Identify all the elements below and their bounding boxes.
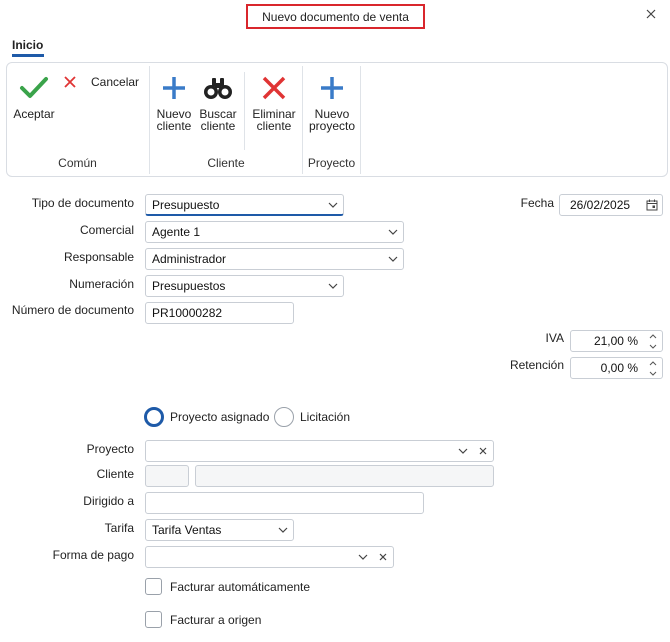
binoculars-icon — [204, 78, 232, 99]
retencion-number-input[interactable]: 0,00 % — [570, 357, 663, 379]
comercial-value: Agente 1 — [152, 225, 201, 239]
tipo-documento-label: Tipo de documento — [31, 196, 134, 210]
ribbon-group-cliente: Cliente — [207, 156, 245, 170]
cancel-label: Cancelar — [91, 75, 140, 89]
tab-active-indicator — [12, 54, 44, 57]
chevron-down-icon — [353, 554, 373, 560]
cliente-name-input[interactable] — [195, 465, 494, 487]
proyecto-label: Proyecto — [86, 442, 134, 456]
window-title: Nuevo documento de venta — [246, 4, 425, 29]
tarifa-label: Tarifa — [104, 521, 134, 535]
accept-button[interactable]: Aceptar — [12, 72, 56, 120]
proyecto-select[interactable] — [145, 440, 494, 462]
chevron-down-icon — [453, 448, 473, 454]
chevron-down-icon — [383, 256, 403, 262]
search-client-label-line2: cliente — [200, 119, 236, 133]
x-icon — [64, 76, 76, 88]
delete-x-icon — [262, 76, 286, 100]
chevron-down-icon — [273, 527, 293, 533]
clear-icon[interactable] — [373, 553, 393, 561]
cancel-button[interactable]: Cancelar — [64, 76, 139, 88]
clear-icon[interactable] — [473, 447, 493, 455]
retencion-value: 0,00 % — [600, 361, 638, 375]
facturar-origen-label: Facturar a origen — [170, 613, 262, 627]
chevron-down-icon — [383, 229, 403, 235]
new-project-button[interactable]: Nuevo proyecto — [306, 72, 358, 132]
ribbon-group-comun: Común — [58, 156, 97, 170]
new-client-label-line2: cliente — [156, 119, 192, 133]
fecha-date-input[interactable]: 26/02/2025 — [559, 194, 663, 216]
tarifa-select[interactable]: Tarifa Ventas — [145, 519, 294, 541]
numero-documento-input[interactable]: PR10000282 — [145, 302, 294, 324]
chevron-down-icon — [323, 202, 343, 208]
ribbon-button-divider — [244, 72, 245, 150]
check-icon — [20, 77, 48, 98]
radio-licitacion-label: Licitación — [300, 410, 351, 424]
ribbon-group-proyecto: Proyecto — [307, 156, 356, 170]
numero-documento-value: PR10000282 — [152, 306, 223, 320]
delete-client-button[interactable]: Eliminar cliente — [250, 72, 298, 132]
iva-value: 21,00 % — [593, 334, 638, 348]
cliente-code-input[interactable] — [145, 465, 189, 487]
accept-label: Aceptar — [13, 107, 55, 121]
numero-documento-label: Número de documento — [11, 303, 134, 317]
iva-label: IVA — [545, 331, 564, 345]
ribbon-group-divider — [360, 66, 361, 174]
chevron-up-icon[interactable] — [649, 358, 657, 368]
new-client-button[interactable]: Nuevo cliente — [154, 72, 194, 132]
tarifa-value: Tarifa Ventas — [152, 523, 222, 537]
facturar-automaticamente-label: Facturar automáticamente — [170, 580, 311, 594]
search-client-button[interactable]: Buscar cliente — [196, 72, 240, 132]
facturar-automaticamente-checkbox[interactable] — [145, 578, 162, 595]
tipo-documento-value: Presupuesto — [152, 197, 220, 212]
chevron-down-icon[interactable] — [649, 341, 657, 351]
forma-pago-label: Forma de pago — [52, 548, 134, 562]
delete-client-label-line2: cliente — [256, 119, 292, 133]
numeracion-select[interactable]: Presupuestos — [145, 275, 344, 297]
facturar-origen-checkbox[interactable] — [145, 611, 162, 628]
chevron-down-icon[interactable] — [649, 368, 657, 378]
numeracion-value: Presupuestos — [152, 279, 226, 293]
plus-icon — [163, 77, 185, 99]
window-title-text: Nuevo documento de venta — [262, 9, 409, 24]
fecha-label: Fecha — [520, 196, 554, 210]
cliente-label: Cliente — [96, 467, 134, 481]
tipo-documento-select[interactable]: Presupuesto — [145, 194, 344, 216]
close-button[interactable] — [640, 3, 662, 25]
calendar-icon[interactable] — [642, 199, 662, 211]
spinner[interactable] — [644, 331, 662, 351]
radio-licitacion[interactable] — [274, 407, 294, 427]
dirigido-a-label: Dirigido a — [83, 494, 134, 508]
responsable-select[interactable]: Administrador — [145, 248, 404, 270]
radio-proyecto-asignado[interactable] — [144, 407, 164, 427]
iva-number-input[interactable]: 21,00 % — [570, 330, 663, 352]
chevron-up-icon[interactable] — [649, 331, 657, 341]
radio-proyecto-asignado-label: Proyecto asignado — [170, 410, 270, 424]
responsable-label: Responsable — [63, 250, 134, 264]
dirigido-a-input[interactable] — [145, 492, 424, 514]
comercial-label: Comercial — [79, 223, 134, 237]
spinner[interactable] — [644, 358, 662, 378]
fecha-value: 26/02/2025 — [570, 198, 631, 212]
new-project-label-line2: proyecto — [308, 119, 356, 133]
responsable-value: Administrador — [152, 252, 227, 266]
retencion-label: Retención — [509, 358, 564, 372]
plus-icon — [321, 77, 343, 99]
forma-pago-select[interactable] — [145, 546, 394, 568]
chevron-down-icon — [323, 283, 343, 289]
close-icon — [646, 9, 656, 19]
numeracion-label: Numeración — [69, 277, 134, 291]
tab-inicio[interactable]: Inicio — [12, 38, 43, 52]
comercial-select[interactable]: Agente 1 — [145, 221, 404, 243]
